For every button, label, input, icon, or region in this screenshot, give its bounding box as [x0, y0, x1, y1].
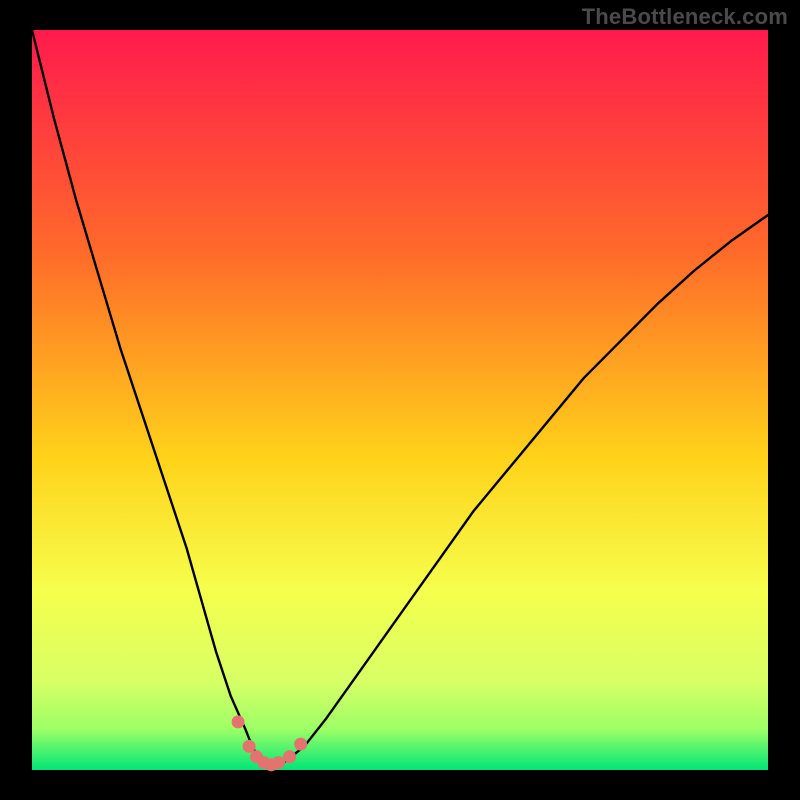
marker-dot — [272, 756, 285, 769]
marker-dot — [283, 750, 296, 763]
marker-dot — [294, 738, 307, 751]
plot-background — [32, 30, 768, 770]
watermark-text: TheBottleneck.com — [582, 4, 788, 30]
chart-svg — [0, 0, 800, 800]
marker-dot — [232, 715, 245, 728]
chart-stage: { "watermark": "TheBottleneck.com", "col… — [0, 0, 800, 800]
